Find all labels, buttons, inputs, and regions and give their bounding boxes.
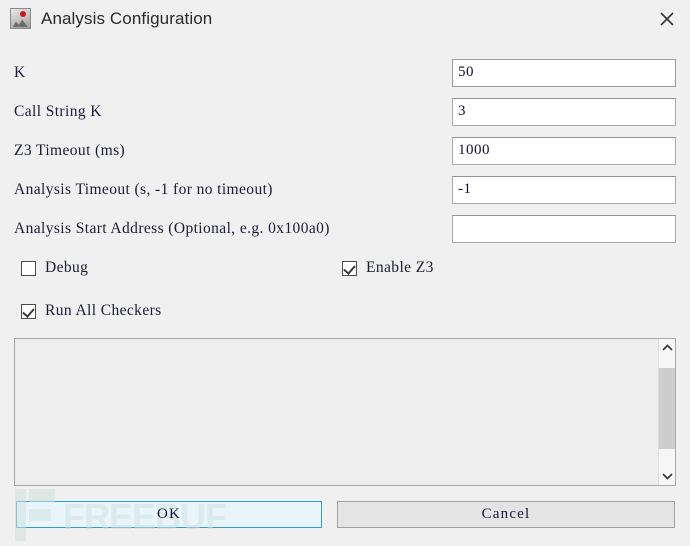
checkbox-enable-z3[interactable]: Enable Z3 — [342, 258, 434, 278]
log-scrollbar[interactable] — [658, 339, 675, 485]
log-output-text[interactable] — [15, 339, 658, 485]
input-analysis-start-address[interactable] — [452, 215, 676, 243]
checkbox-run-all-checkers-label: Run All Checkers — [45, 302, 162, 320]
form-row-analysis-timeout: Analysis Timeout (s, -1 for no timeout) — [0, 175, 690, 204]
ok-button-label: OK — [157, 506, 181, 523]
app-icon — [10, 8, 31, 29]
input-call-string-k[interactable] — [452, 98, 676, 126]
scroll-up-button[interactable] — [659, 339, 675, 357]
title-bar: Analysis Configuration — [0, 0, 690, 37]
close-icon — [657, 9, 677, 29]
input-analysis-timeout[interactable] — [452, 176, 676, 204]
label-analysis-timeout: Analysis Timeout (s, -1 for no timeout) — [14, 181, 273, 199]
scrollbar-thumb[interactable] — [659, 368, 675, 449]
chevron-down-icon — [662, 472, 673, 480]
window-title: Analysis Configuration — [41, 9, 212, 29]
cancel-button[interactable]: Cancel — [337, 501, 675, 528]
checkbox-debug-box[interactable] — [21, 261, 36, 276]
scrollbar-track[interactable] — [659, 357, 675, 467]
label-call-string-k: Call String K — [14, 103, 102, 121]
label-analysis-start-address: Analysis Start Address (Optional, e.g. 0… — [14, 220, 330, 238]
input-z3-timeout[interactable] — [452, 137, 676, 165]
chevron-up-icon — [662, 344, 673, 352]
form-row-z3-timeout: Z3 Timeout (ms) — [0, 136, 690, 165]
checkbox-debug-label: Debug — [45, 259, 88, 277]
cancel-button-label: Cancel — [482, 506, 531, 523]
ok-button[interactable]: OK — [16, 501, 322, 528]
checkbox-debug[interactable]: Debug — [21, 258, 88, 278]
label-z3-timeout: Z3 Timeout (ms) — [14, 142, 125, 160]
scroll-down-button[interactable] — [659, 467, 675, 485]
checkbox-enable-z3-box[interactable] — [342, 261, 357, 276]
form-row-k: K — [0, 58, 690, 87]
checkbox-run-all-checkers-box[interactable] — [21, 304, 36, 319]
checkbox-run-all-checkers[interactable]: Run All Checkers — [21, 301, 162, 321]
log-output-area[interactable] — [14, 338, 676, 486]
close-button[interactable] — [644, 0, 690, 37]
label-k: K — [14, 64, 26, 82]
input-k[interactable] — [452, 59, 676, 87]
checkbox-enable-z3-label: Enable Z3 — [366, 259, 434, 277]
form-row-analysis-start-address: Analysis Start Address (Optional, e.g. 0… — [0, 214, 690, 243]
form-row-call-string-k: Call String K — [0, 97, 690, 126]
